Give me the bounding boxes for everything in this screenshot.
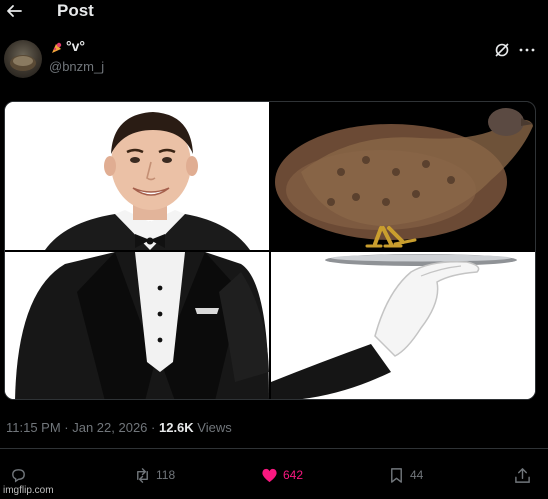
- reply-icon: [12, 468, 25, 482]
- like-count: 642: [283, 468, 304, 482]
- post-meta: 11:15 PM · Jan 22, 2026 · 12.6K Views: [6, 420, 232, 435]
- like-button[interactable]: 642: [261, 466, 303, 484]
- author-display-name[interactable]: °v°: [66, 38, 85, 54]
- bookmark-icon: [391, 467, 402, 483]
- meme-panel-serving-tray: [271, 252, 535, 399]
- top-bar: Post: [0, 0, 548, 26]
- divider: [0, 448, 548, 449]
- grid-divider-horizontal: [5, 250, 535, 252]
- meme-panel-waiter-face: [5, 102, 269, 250]
- bookmark-button[interactable]: 44: [388, 466, 423, 484]
- meme-panel-tuxedo: [5, 252, 269, 399]
- share-icon: [515, 467, 530, 483]
- emoji-icon: [52, 42, 62, 53]
- grok-icon[interactable]: [494, 42, 510, 58]
- repost-icon: [137, 467, 148, 483]
- meme-panel-pheasant: [271, 102, 535, 250]
- repost-button[interactable]: 118: [134, 466, 175, 484]
- post-media[interactable]: [4, 101, 536, 400]
- share-button[interactable]: [514, 466, 536, 484]
- page-title: Post: [57, 1, 94, 20]
- bookmark-count: 44: [410, 468, 424, 482]
- more-icon[interactable]: [518, 42, 536, 58]
- views-count: 12.6K: [158, 420, 194, 435]
- repost-count: 118: [156, 468, 176, 482]
- post-timestamp[interactable]: 11:15 PM · Jan 22, 2026: [6, 420, 147, 435]
- views-label: Views: [193, 420, 232, 435]
- heart-icon: [262, 468, 277, 482]
- watermark: imgflip.com: [3, 485, 54, 496]
- avatar[interactable]: [4, 40, 42, 78]
- meta-separator: ·: [147, 420, 159, 435]
- reply-button[interactable]: [10, 466, 32, 484]
- back-arrow-icon[interactable]: [6, 3, 22, 19]
- author-handle[interactable]: @bnzm_j: [49, 59, 104, 74]
